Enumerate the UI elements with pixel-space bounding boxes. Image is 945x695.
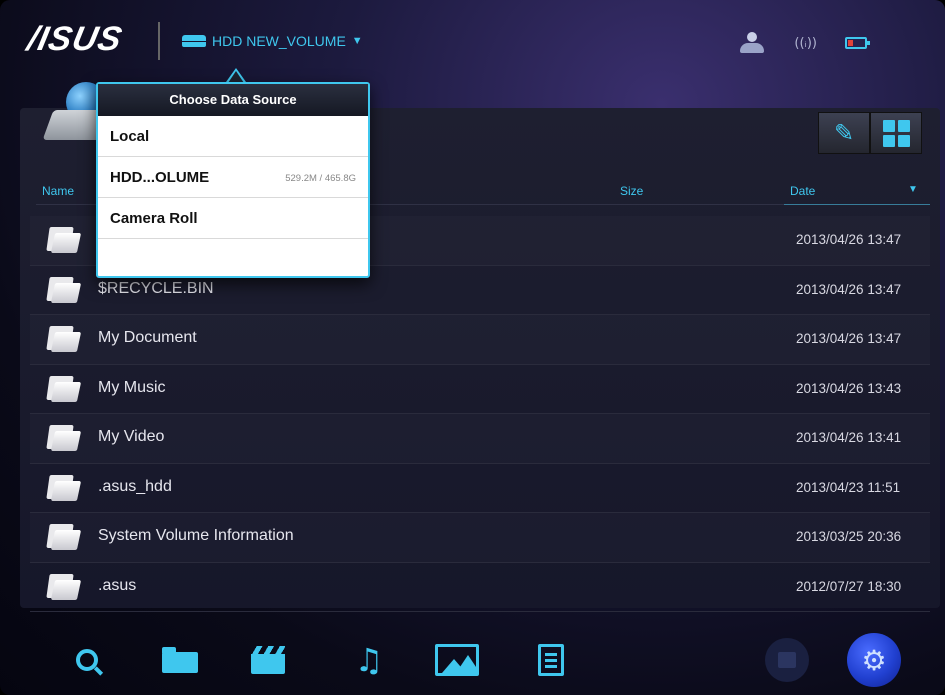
data-source-label: HDD NEW_VOLUME [212, 33, 346, 49]
folder-icon [46, 425, 82, 451]
music-button[interactable]: ♫ [344, 638, 394, 682]
top-bar: /ISUS HDD NEW_VOLUME ▼ ((ᵢ)) [0, 0, 945, 80]
file-row[interactable]: My Video 2013/04/26 13:41 [30, 414, 930, 464]
header-divider [158, 22, 160, 60]
sort-desc-icon[interactable]: ▼ [908, 184, 918, 195]
file-name: .asus_hdd [98, 477, 172, 495]
storage-usage: 529.2M / 465.8G [285, 173, 356, 184]
column-date[interactable]: Date [790, 184, 815, 198]
folder-icon [46, 524, 82, 550]
app-window: /ISUS HDD NEW_VOLUME ▼ ((ᵢ)) ✎ Name Size… [0, 0, 945, 695]
file-date: 2013/04/26 13:41 [796, 430, 902, 445]
user-icon[interactable] [738, 32, 766, 54]
file-row[interactable]: .asus 2012/07/27 18:30 [30, 563, 930, 612]
file-name: System Volume Information [98, 527, 294, 544]
file-row[interactable]: My Document 2013/04/26 13:47 [30, 315, 930, 365]
folder-icon [46, 474, 82, 501]
settings-button[interactable]: ⚙ [846, 632, 902, 688]
home-button[interactable] [762, 638, 812, 682]
file-date: 2012/07/27 18:30 [796, 578, 902, 594]
home-icon [765, 638, 809, 682]
files-button[interactable] [155, 638, 205, 682]
folder-icon [46, 227, 82, 253]
source-option-label: HDD...OLUME [110, 169, 210, 186]
documents-button[interactable] [526, 638, 576, 682]
photo-icon [435, 644, 479, 676]
hdd-icon [182, 35, 206, 47]
photos-button[interactable] [432, 638, 482, 682]
file-row[interactable]: My Music 2013/04/26 13:43 [30, 365, 930, 414]
clapperboard-icon [251, 646, 285, 674]
folder-icon [46, 276, 82, 303]
document-icon [538, 644, 564, 676]
search-button[interactable] [62, 638, 112, 682]
source-option-label: Local [110, 128, 150, 145]
search-icon [76, 649, 98, 671]
file-name: $RECYCLE.BIN [98, 279, 214, 297]
source-option-label: Camera Roll [110, 210, 198, 227]
chevron-down-icon: ▼ [351, 35, 363, 47]
file-date: 2013/04/26 13:47 [796, 281, 902, 297]
file-date: 2013/04/23 11:51 [796, 479, 901, 495]
folder-icon [46, 375, 82, 402]
file-name: My Video [98, 428, 165, 445]
view-buttons: ✎ [818, 112, 922, 154]
popover-title: Choose Data Source [98, 84, 368, 116]
wifi-icon[interactable]: ((ᵢ)) [794, 36, 817, 51]
status-icons: ((ᵢ)) [738, 32, 870, 54]
file-date: 2013/04/26 13:47 [796, 232, 902, 247]
folder-icon [162, 647, 198, 673]
asus-logo: /ISUS [24, 20, 126, 58]
folder-icon [46, 573, 82, 600]
data-source-popover: Choose Data Source Local HDD...OLUME 529… [96, 82, 370, 278]
column-name[interactable]: Name [42, 184, 74, 198]
grid-view-button[interactable] [870, 112, 922, 154]
folder-icon [46, 326, 82, 352]
source-option-hdd[interactable]: HDD...OLUME 529.2M / 465.8G [98, 157, 368, 198]
popover-empty-space [98, 239, 368, 281]
file-date: 2013/04/26 13:47 [796, 331, 902, 346]
file-name: My Music [98, 378, 166, 396]
file-row[interactable]: System Volume Information 2013/03/25 20:… [30, 513, 930, 563]
file-name: My Document [98, 329, 197, 346]
battery-icon [845, 37, 870, 49]
edit-button[interactable]: ✎ [818, 112, 870, 154]
file-row[interactable]: .asus_hdd 2013/04/23 11:51 [30, 464, 930, 513]
videos-button[interactable] [243, 638, 293, 682]
pencil-icon: ✎ [833, 119, 855, 147]
date-sort-underline [784, 204, 930, 205]
data-source-selector[interactable]: HDD NEW_VOLUME ▼ [182, 30, 363, 52]
grid-icon [882, 119, 910, 147]
gear-icon: ⚙ [847, 633, 901, 687]
column-size[interactable]: Size [620, 184, 643, 198]
file-date: 2013/03/25 20:36 [796, 529, 902, 544]
file-name: .asus [98, 576, 137, 594]
bottom-toolbar: ♫ ⚙ [0, 624, 945, 695]
source-option-local[interactable]: Local [98, 116, 368, 157]
source-option-camera-roll[interactable]: Camera Roll [98, 198, 368, 239]
file-date: 2013/04/26 13:43 [796, 380, 902, 396]
music-icon: ♫ [354, 641, 384, 679]
